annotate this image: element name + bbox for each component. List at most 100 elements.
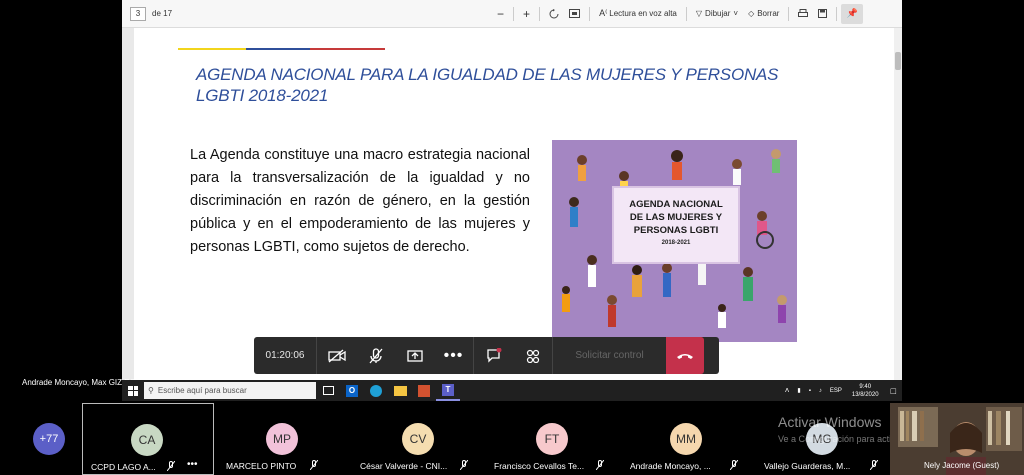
call-controls-bar: 01:20:06 ••• Solicitar control [254,337,719,374]
read-aloud-label: Lectura en voz alta [609,9,677,18]
draw-icon: ▽ [695,9,703,18]
rotate-icon [549,8,559,18]
edge-icon [370,384,382,397]
scrollbar-thumb[interactable] [895,52,901,70]
avatar-initials: MP [273,432,291,446]
start-button[interactable] [122,380,144,401]
input-language[interactable]: ESP [830,388,842,394]
clock-time: 9:40 [859,383,872,390]
more-participants-button[interactable]: +77 [33,423,65,455]
outlook-icon: O [346,384,358,397]
participant-tile[interactable]: FT Francisco Cevallos Te... [486,403,618,475]
chat-icon [486,348,501,363]
cover-title-box: AGENDA NACIONAL DE LAS MUJERES Y PERSONA… [612,186,740,264]
participant-name: Andrade Moncayo, ... [630,461,711,471]
participant-tile[interactable]: CA CCPD LAGO A... ••• [82,403,214,475]
cover-title-line3: PERSONAS LGBTI [633,225,719,236]
request-control-button[interactable]: Solicitar control [553,337,666,374]
slide-title: AGENDA NACIONAL PARA LA IGUALDAD DE LAS … [196,64,816,106]
pdf-page: AGENDA NACIONAL PARA LA IGUALDAD DE LAS … [134,28,894,380]
pdf-toolbar: 3 de 17 − + A⁽ Lectura en voz alta ▽ Dib… [122,0,902,28]
print-button[interactable] [793,4,813,24]
screen: 3 de 17 − + A⁽ Lectura en voz alta ▽ Dib… [0,0,1024,475]
outlook-app[interactable]: O [340,380,364,401]
flag-stripe-blue [246,48,310,50]
people-icon [526,349,539,363]
chevron-up-icon[interactable]: ˄ [785,386,790,395]
phone-hangup-icon [677,353,693,359]
chat-button[interactable] [474,337,513,374]
erase-button[interactable]: ◇ Borrar [743,4,784,24]
call-timer: 01:20:06 [265,350,305,361]
draw-button[interactable]: ▽ Dibujar ˅ [691,4,743,24]
sharer-label: Andrade Moncayo, Max GIZ EC [22,378,136,387]
pin-toolbar-button[interactable]: 📌 [841,3,863,24]
participants-button[interactable] [513,337,552,374]
notifications-icon[interactable]: □ [891,386,896,396]
vertical-scrollbar[interactable] [894,28,902,380]
share-tray-icon [406,349,423,362]
read-aloud-button[interactable]: A⁽ Lectura en voz alta [594,4,682,24]
participant-tile[interactable]: MM Andrade Moncayo, ... [622,403,752,475]
avatar-initials: MM [676,432,696,446]
clock-date: 13/8/2020 [851,391,879,398]
battery-icon[interactable]: ▮ [797,387,800,394]
tile-more-dots-icon[interactable]: ••• [187,459,198,470]
avatar: CV [402,423,434,455]
slide-title-line2: LGBTI 2018-2021 [196,86,329,105]
save-icon [818,9,828,18]
share-screen-button[interactable] [395,337,434,374]
mic-off-icon [870,460,878,470]
participant-tile[interactable]: MP MARCELO PINTO [216,403,348,475]
folder-icon [393,385,407,396]
windows-logo-icon [128,385,138,396]
mute-toggle-button[interactable] [356,337,395,374]
rotate-button[interactable] [544,4,564,24]
cover-year: 2018-2021 [661,240,691,246]
teams-icon: T [442,383,454,396]
more-dots-icon: ••• [443,346,464,364]
participant-tile[interactable]: CV César Valverde - CNI... [352,403,484,475]
page-number-input[interactable]: 3 [130,6,146,21]
eraser-icon: ◇ [748,9,755,18]
avatar: FT [536,423,568,455]
hang-up-button[interactable] [666,337,704,374]
read-aloud-icon: A⁽ [599,8,608,18]
flag-stripe-yellow [178,48,246,50]
zoom-in-button[interactable]: + [518,4,535,24]
cover-title-line2: DE LAS MUJERES Y [629,212,723,223]
slide-title-line1: AGENDA NACIONAL PARA LA IGUALDAD DE LAS … [196,65,779,84]
windows-taskbar: ⚲ Escribe aquí para buscar O T ˄ ▮ ▪ ♪ E… [122,380,902,401]
participant-name: Vallejo Guarderas, M... [764,461,851,471]
mic-off-icon [596,460,604,470]
avatar: CA [131,424,163,456]
slide-body-text: La Agenda constituye una macro estrategi… [190,147,530,255]
teams-app[interactable]: T [436,380,460,401]
powerpoint-icon [418,384,430,397]
volume-icon[interactable]: ♪ [819,388,822,394]
participant-video-tile[interactable]: Nely Jacome (Guest) [890,403,1024,475]
activate-windows-watermark: Activar Windows [778,414,882,430]
fit-page-button[interactable] [564,4,585,24]
task-view-button[interactable] [316,380,340,401]
edge-app[interactable] [364,380,388,401]
agenda-cover-image: AGENDA NACIONAL DE LAS MUJERES Y PERSONA… [552,140,797,342]
network-icon[interactable]: ▪ [809,388,811,394]
save-button[interactable] [813,4,832,24]
chevron-down-icon: ˅ [733,9,739,18]
system-tray: ˄ ▮ ▪ ♪ ESP 9:40 13/8/2020 □ [781,380,902,401]
mic-off-icon [369,347,382,363]
powerpoint-app[interactable] [412,380,436,401]
more-actions-button[interactable]: ••• [434,337,473,374]
search-icon: ⚲ [148,386,154,395]
camera-toggle-button[interactable] [317,337,356,374]
zoom-out-button[interactable]: − [492,4,509,24]
file-explorer-app[interactable] [388,380,412,401]
avatar-initials: FT [544,432,560,446]
taskbar-search[interactable]: ⚲ Escribe aquí para buscar [144,382,316,399]
taskbar-clock[interactable]: 9:40 13/8/2020 [846,383,885,399]
participant-name: CCPD LAGO A... [91,462,156,472]
participant-name: Nely Jacome (Guest) [924,461,1000,470]
mic-off-icon [167,461,175,471]
camera-off-icon [327,349,346,362]
